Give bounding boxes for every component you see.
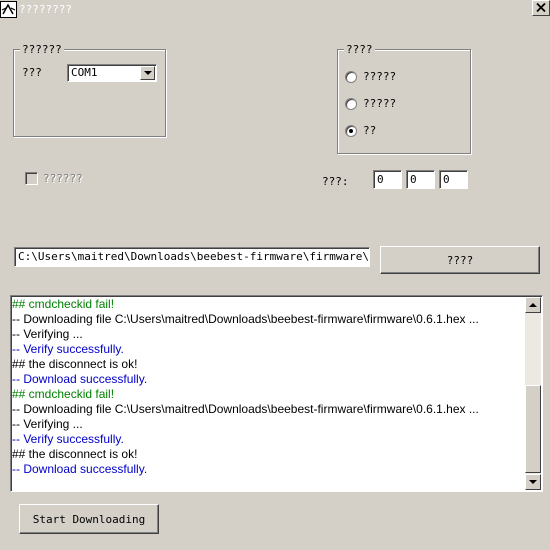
log-line: -- Downloading file C:\Users\maitred\Dow… xyxy=(12,402,479,416)
mode-radio-1-label: ????? xyxy=(363,70,397,83)
radio-button[interactable] xyxy=(345,70,357,83)
port-dropdown-button[interactable] xyxy=(140,66,155,80)
file-path-field[interactable]: C:\Users\maitred\Downloads\beebest-firmw… xyxy=(14,247,370,267)
mode-radio-3[interactable]: ?? xyxy=(345,124,376,137)
mode-radio-2[interactable]: ????? xyxy=(345,97,396,110)
chevron-down-icon xyxy=(144,71,152,75)
radio-button[interactable] xyxy=(345,97,357,110)
chevron-down-icon xyxy=(529,480,537,484)
mode-radio-1[interactable]: ????? xyxy=(345,70,396,83)
close-icon xyxy=(536,3,546,12)
window-title: ???????? xyxy=(19,3,72,16)
port-label: ??? xyxy=(22,66,42,79)
scroll-up-button[interactable] xyxy=(525,297,541,313)
title-bar: ???????? xyxy=(0,0,550,19)
browse-button[interactable]: ???? xyxy=(380,246,540,274)
version-patch-field[interactable]: 0 xyxy=(439,170,468,189)
log-line: -- Verify successfully. xyxy=(12,432,124,446)
version-major-field[interactable]: 0 xyxy=(373,170,402,189)
option-checkbox[interactable] xyxy=(25,172,38,185)
port-select[interactable]: COM1 xyxy=(67,64,157,82)
log-output[interactable]: ## cmdcheckid fail! -- Downloading file C… xyxy=(10,295,543,492)
log-line: -- Verifying ... xyxy=(12,327,83,341)
log-line: ## cmdcheckid fail! xyxy=(12,297,115,311)
log-line: -- Download successfully. xyxy=(12,372,148,386)
port-groupbox: ?????? xyxy=(13,43,166,137)
version-minor-field[interactable]: 0 xyxy=(406,170,435,189)
chevron-up-icon xyxy=(529,303,537,307)
scroll-down-button[interactable] xyxy=(525,474,541,490)
log-scrollbar[interactable] xyxy=(525,297,541,490)
log-line: ## the disconnect is ok! xyxy=(12,357,138,371)
log-line: -- Downloading file C:\Users\maitred\Dow… xyxy=(12,312,479,326)
port-group-title: ?????? xyxy=(20,43,64,56)
app-icon[interactable] xyxy=(0,1,17,18)
log-line: ## the disconnect is ok! xyxy=(12,447,138,461)
log-line: -- Verify successfully. xyxy=(12,342,124,356)
log-lines: ## cmdcheckid fail! -- Downloading file C… xyxy=(12,297,524,477)
radio-button-selected[interactable] xyxy=(345,124,357,137)
mode-radio-3-label: ?? xyxy=(363,124,377,137)
scroll-thumb[interactable] xyxy=(525,385,541,473)
log-line: -- Download successfully. xyxy=(12,462,148,476)
log-line: ## cmdcheckid fail! xyxy=(12,387,115,401)
start-downloading-label: Start Downloading xyxy=(32,512,146,526)
start-downloading-button[interactable]: Start Downloading xyxy=(19,504,159,534)
version-label: ???: xyxy=(322,175,349,188)
mode-radio-2-label: ????? xyxy=(363,97,397,110)
port-select-value: COM1 xyxy=(71,66,98,79)
browse-button-label: ???? xyxy=(446,253,474,267)
log-line: -- Verifying ... xyxy=(12,417,83,431)
close-button[interactable] xyxy=(532,0,550,16)
option-checkbox-label: ?????? xyxy=(43,172,83,185)
mode-group-title: ???? xyxy=(344,43,375,56)
